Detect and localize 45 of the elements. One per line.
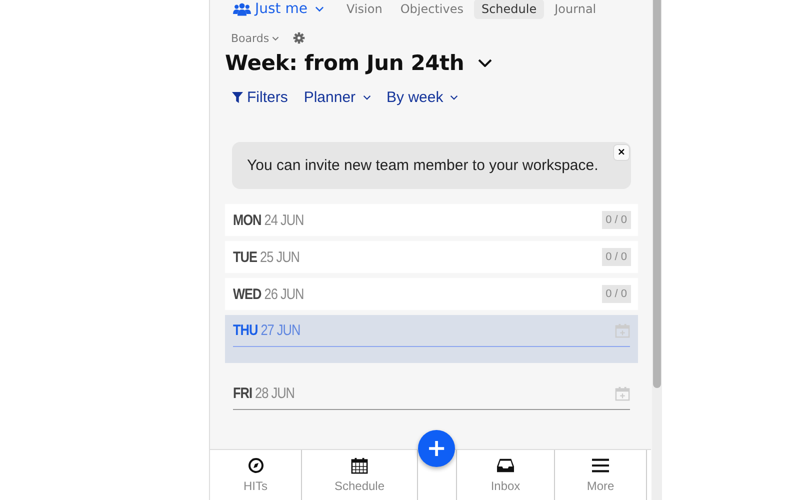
day-label: THU 27 JUN: [233, 322, 300, 339]
nav-tab[interactable]: Vision: [340, 0, 390, 19]
nav-tab[interactable]: Journal: [548, 0, 604, 19]
nav-tab[interactable]: Schedule: [474, 0, 544, 19]
tab-bar-item[interactable]: Inbox: [457, 450, 555, 500]
team-dropdown[interactable]: Just me: [233, 1, 324, 17]
day-section[interactable]: THU 27 JUN: [225, 315, 638, 363]
task-count: 0 / 0: [602, 248, 631, 266]
day-row[interactable]: MON 24 JUN 0 / 0: [225, 204, 638, 236]
chevron-down-icon[interactable]: [478, 59, 492, 67]
settings-icon[interactable]: [293, 32, 306, 44]
scrollbar-thumb[interactable]: [653, 0, 661, 388]
tab-bar-item[interactable]: Schedule: [302, 450, 418, 500]
filter-icon: [232, 92, 243, 103]
week-title: Week: from Jun 24th: [225, 51, 464, 75]
day-row[interactable]: TUE 25 JUN 0 / 0: [225, 241, 638, 273]
day-label: FRI 28 JUN: [233, 385, 295, 402]
menu-icon: [592, 457, 609, 474]
add-button[interactable]: +: [418, 430, 455, 467]
task-count: 0 / 0: [602, 285, 631, 303]
compass-icon: [248, 457, 264, 474]
notice-text: You can invite new team member to your workspace.: [247, 157, 598, 174]
day-label: WED 26 JUN: [233, 286, 304, 302]
add-event-icon[interactable]: [615, 323, 630, 338]
view-dropdown[interactable]: Planner: [304, 89, 371, 106]
task-count: 0 / 0: [602, 211, 631, 229]
view-dropdown[interactable]: By week: [386, 89, 458, 106]
boards-dropdown[interactable]: Boards: [225, 32, 280, 44]
chevron-down-icon: [362, 95, 371, 100]
day-row[interactable]: WED 26 JUN 0 / 0: [225, 278, 638, 310]
day-label: MON 24 JUN: [233, 212, 304, 228]
day-section[interactable]: FRI 28 JUN: [225, 378, 638, 418]
nav-tab[interactable]: Objectives: [393, 0, 470, 19]
chevron-down-icon: [272, 36, 280, 40]
inbox-icon: [497, 457, 514, 474]
add-event-icon[interactable]: [615, 386, 630, 401]
tab-bar-item[interactable]: More: [555, 450, 647, 500]
people-icon: [233, 2, 251, 16]
calendar-icon: [351, 457, 368, 474]
close-button[interactable]: ×: [614, 145, 629, 160]
chevron-down-icon: [450, 95, 458, 100]
chevron-down-icon: [314, 6, 324, 12]
filters-button[interactable]: Filters: [232, 89, 288, 106]
tab-bar-item[interactable]: HITs: [210, 450, 302, 500]
day-label: TUE 25 JUN: [233, 248, 300, 266]
